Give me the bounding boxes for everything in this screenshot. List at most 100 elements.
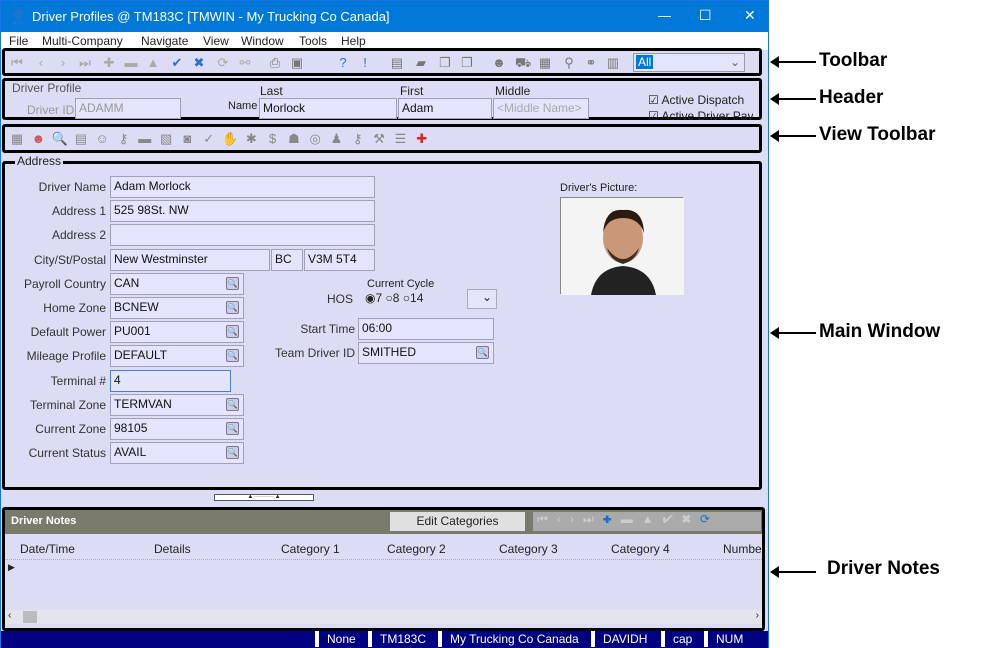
menu-navigate[interactable]: Navigate — [141, 34, 188, 48]
notes-icon[interactable]: ▤ — [73, 131, 89, 147]
driver-icon[interactable]: ☻ — [30, 131, 46, 147]
coins-icon[interactable]: ◎ — [307, 131, 323, 147]
print-icon[interactable]: ⎙ — [267, 55, 283, 71]
save-check-icon[interactable]: ✔ — [169, 55, 185, 71]
add-icon[interactable]: ✚ — [603, 512, 621, 526]
middle-name-field[interactable]: <Middle Name> — [493, 98, 589, 119]
close-button[interactable]: ✕ — [744, 7, 756, 24]
payroll-country-field[interactable]: CAN 🔍 — [110, 272, 244, 295]
card-icon[interactable]: ▬ — [137, 131, 153, 147]
postal-field[interactable]: V3M 5T4 — [304, 248, 375, 271]
col-category-1[interactable]: Category 1 — [281, 542, 340, 556]
terminal-zone-field[interactable]: TERMVAN 🔍 — [110, 393, 244, 416]
monitor-icon[interactable]: ▣ — [289, 55, 305, 71]
maximize-button[interactable]: ☐ — [699, 7, 712, 24]
current-status-field[interactable]: AVAIL 🔍 — [110, 442, 244, 465]
mileage-profile-field[interactable]: DEFAULT 🔍 — [110, 345, 244, 368]
copy2-icon[interactable]: ❐ — [459, 55, 475, 71]
splitter-handle[interactable]: ▲ ········· ▲ — [214, 494, 314, 501]
document-icon[interactable]: ▤ — [389, 55, 405, 71]
address-2-field[interactable] — [110, 224, 375, 247]
key-icon[interactable]: ⚷ — [350, 131, 366, 147]
delete-icon[interactable]: ▬ — [123, 55, 139, 71]
active-dispatch-checkbox[interactable]: ☑ Active Dispatch — [648, 93, 744, 107]
cancel-x-icon[interactable]: ✖ — [682, 512, 700, 526]
info-icon[interactable]: ! — [357, 55, 373, 71]
copy-icon[interactable]: ❐ — [437, 55, 453, 71]
medical-icon[interactable]: ✚ — [414, 131, 430, 147]
link-icon[interactable]: ⚯ — [237, 55, 253, 71]
network-icon[interactable]: ✱ — [243, 131, 259, 147]
last-icon[interactable]: ⏭ — [583, 512, 603, 526]
cycle-dropdown[interactable]: ⌄ — [467, 289, 497, 309]
book-icon[interactable]: ▰ — [413, 55, 429, 71]
doctor-icon[interactable]: ☺ — [94, 131, 110, 147]
start-time-field[interactable]: 06:00 — [358, 318, 494, 340]
menu-tools[interactable]: Tools — [299, 34, 327, 48]
scroll-thumb[interactable] — [23, 611, 37, 623]
col-category-3[interactable]: Category 3 — [499, 542, 558, 556]
previous-icon[interactable]: ‹ — [33, 55, 49, 71]
cycle-radio-14[interactable]: ○14 — [403, 291, 424, 305]
cycle-radio-7[interactable]: ◉7 — [365, 291, 382, 305]
chain-icon[interactable]: ⚭ — [583, 55, 599, 71]
refresh-icon[interactable]: ⟳ — [700, 512, 719, 526]
search-icon[interactable]: 🔍 — [52, 131, 68, 147]
lookup-icon[interactable]: 🔍 — [226, 422, 239, 435]
scroll-right-icon[interactable]: › — [756, 610, 759, 621]
document-check-icon[interactable]: ✓ — [201, 131, 217, 147]
col-details[interactable]: Details — [154, 542, 191, 556]
col-category-4[interactable]: Category 4 — [611, 542, 670, 556]
calendar-icon[interactable]: ▧ — [158, 131, 174, 147]
police-icon[interactable]: ♟ — [329, 131, 345, 147]
handshake-icon[interactable]: ✋ — [222, 131, 238, 147]
home-zone-field[interactable]: BCNEW 🔍 — [110, 297, 244, 319]
filter-select[interactable]: All ⌄ — [633, 53, 745, 72]
wrench-icon[interactable]: ⚒ — [371, 131, 387, 147]
add-icon[interactable]: ✚ — [101, 55, 117, 71]
lookup-icon[interactable]: 🔍 — [226, 349, 239, 363]
city-st-postal-field[interactable]: New Westminster — [110, 248, 270, 271]
lookup-icon[interactable]: 🔍 — [226, 276, 239, 290]
driver-id-field[interactable]: ADAMM — [75, 98, 181, 119]
first-name-field[interactable]: Adam — [398, 98, 492, 119]
lookup-icon[interactable]: 🔍 — [226, 446, 239, 460]
truck-icon[interactable]: ⛟ — [515, 55, 531, 71]
database-icon[interactable]: ◙ — [179, 131, 195, 147]
last-name-field[interactable]: Morlock — [259, 98, 397, 119]
first-icon[interactable]: ⏮ — [537, 512, 557, 526]
trailer-icon[interactable]: ▥ — [605, 55, 621, 71]
col-category-2[interactable]: Category 2 — [387, 542, 446, 556]
state-field[interactable]: BC — [271, 248, 303, 271]
last-icon[interactable]: ⏭ — [77, 55, 93, 71]
previous-icon[interactable]: ‹ — [557, 512, 570, 526]
help-icon[interactable]: ? — [335, 55, 351, 71]
refresh-icon[interactable]: ⟳ — [215, 55, 231, 71]
address-1-field[interactable]: 525 98St. NW — [110, 200, 375, 223]
menu-help[interactable]: Help — [341, 34, 366, 48]
first-icon[interactable]: ⏮ — [9, 55, 25, 71]
menu-window[interactable]: Window — [241, 34, 284, 48]
next-icon[interactable]: › — [55, 55, 71, 71]
up-icon[interactable]: ▲ — [642, 512, 663, 526]
menu-view[interactable]: View — [203, 34, 229, 48]
tools-icon[interactable]: ⚲ — [561, 55, 577, 71]
driver-icon[interactable]: ☻ — [491, 55, 507, 71]
horizontal-scrollbar[interactable]: ‹ › — [5, 610, 762, 624]
driver-name-field[interactable]: Adam Morlock — [110, 176, 375, 198]
lookup-icon[interactable]: 🔍 — [226, 397, 239, 411]
terminal-field[interactable]: 4 — [110, 369, 231, 392]
edit-categories-button[interactable]: Edit Categories — [390, 512, 525, 531]
map-icon[interactable]: ▦ — [537, 55, 553, 71]
menu-multi-company[interactable]: Multi-Company — [42, 34, 123, 48]
save-check-icon[interactable]: ✔ — [663, 512, 682, 526]
delete-icon[interactable]: ▬ — [621, 512, 642, 526]
col-number[interactable]: Numbe — [723, 542, 762, 556]
lookup-icon[interactable]: 🔍 — [226, 301, 239, 314]
minimize-button[interactable]: — — [658, 8, 671, 23]
money-bag-icon[interactable]: $ — [265, 131, 281, 147]
up-icon[interactable]: ▲ — [145, 55, 161, 71]
grid-icon[interactable]: ▦ — [9, 131, 25, 147]
menu-file[interactable]: File — [9, 34, 28, 48]
cycle-radio-8[interactable]: ○8 — [386, 291, 400, 305]
